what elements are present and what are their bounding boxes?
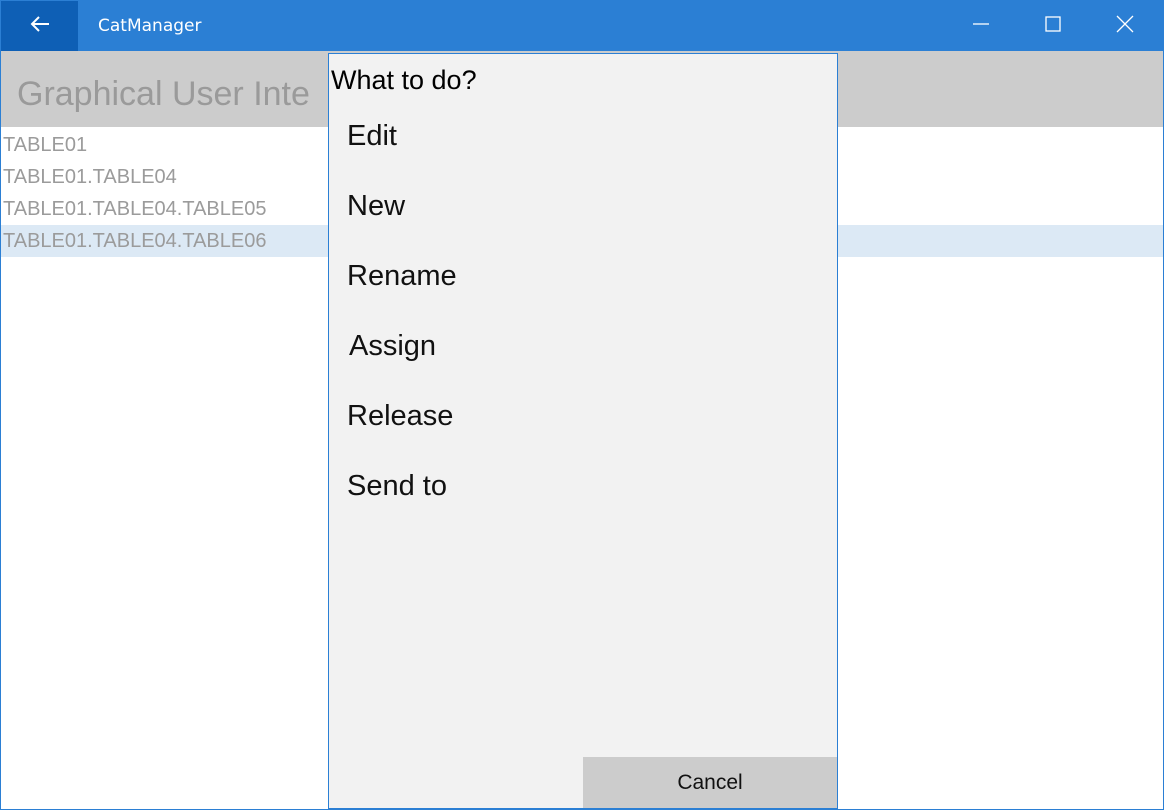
- close-button[interactable]: [1089, 1, 1161, 51]
- maximize-button[interactable]: [1017, 1, 1089, 51]
- menu-item-rename[interactable]: Rename: [347, 248, 817, 304]
- dialog-title: What to do?: [331, 65, 477, 95]
- minimize-button[interactable]: [945, 1, 1017, 51]
- menu-item-release[interactable]: Release: [347, 388, 817, 444]
- cancel-button[interactable]: Cancel: [583, 757, 837, 808]
- minimize-icon: [971, 14, 991, 38]
- menu-item-assign[interactable]: Assign: [349, 318, 819, 374]
- title-bar: CatManager: [1, 1, 1163, 51]
- menu-item-new[interactable]: New: [347, 178, 817, 234]
- app-window: CatManager Graphical User Inte TABLE01 T…: [0, 0, 1164, 810]
- maximize-icon: [1043, 14, 1063, 38]
- page-title: Graphical User Inte: [17, 75, 310, 113]
- close-icon: [1115, 14, 1135, 38]
- menu-item-send-to[interactable]: Send to: [347, 458, 817, 514]
- menu-item-edit[interactable]: Edit: [347, 108, 817, 164]
- back-button[interactable]: [1, 1, 78, 51]
- action-dialog: What to do? Edit New Rename Assign Relea…: [328, 53, 838, 809]
- arrow-left-icon: [29, 13, 51, 39]
- app-title: CatManager: [98, 16, 202, 36]
